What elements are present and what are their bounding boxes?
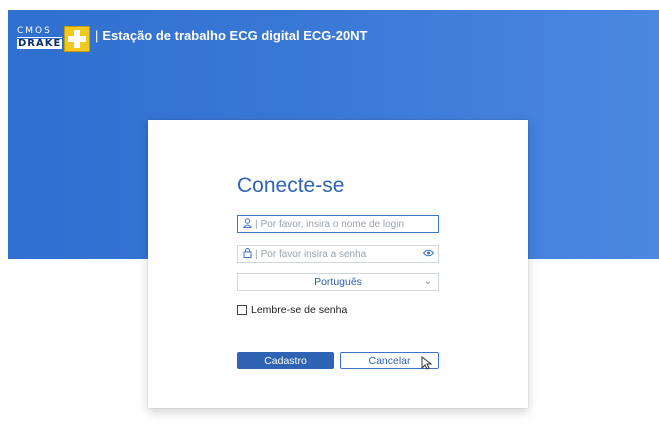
remember-label: Lembre-se de senha bbox=[251, 304, 348, 316]
user-icon bbox=[240, 217, 254, 231]
language-selected: Português bbox=[314, 276, 362, 288]
app-title-text: Estação de trabalho ECG digital ECG-20NT bbox=[102, 28, 368, 43]
language-select[interactable]: Português ⌄ bbox=[237, 273, 439, 291]
medical-cross-icon bbox=[64, 26, 90, 52]
logo-top-text: CMOS bbox=[17, 27, 63, 38]
app-title: | Estação de trabalho ECG digital ECG-20N… bbox=[95, 28, 368, 43]
remember-password[interactable]: Lembre-se de senha bbox=[237, 304, 347, 316]
chevron-down-icon: ⌄ bbox=[423, 276, 432, 287]
title-separator: | bbox=[95, 28, 99, 43]
field-divider: | bbox=[255, 218, 258, 230]
mouse-pointer-icon bbox=[421, 355, 433, 373]
login-heading: Conecte-se bbox=[237, 174, 345, 197]
eye-icon[interactable] bbox=[421, 249, 435, 260]
username-field[interactable]: | bbox=[237, 215, 439, 233]
submit-button[interactable]: Cadastro bbox=[237, 352, 334, 369]
password-input[interactable] bbox=[260, 248, 421, 260]
company-logo: CMOS DRAKE bbox=[17, 24, 91, 52]
password-field[interactable]: | bbox=[237, 245, 439, 263]
lock-icon bbox=[240, 247, 254, 261]
field-divider: | bbox=[255, 248, 258, 260]
login-card: Conecte-se | | Português ⌄ Lembre-se de … bbox=[148, 120, 528, 408]
logo-bottom-text: DRAKE bbox=[17, 38, 63, 49]
remember-checkbox[interactable] bbox=[237, 305, 247, 315]
username-input[interactable] bbox=[260, 218, 438, 230]
logo-text: CMOS DRAKE bbox=[17, 27, 63, 49]
